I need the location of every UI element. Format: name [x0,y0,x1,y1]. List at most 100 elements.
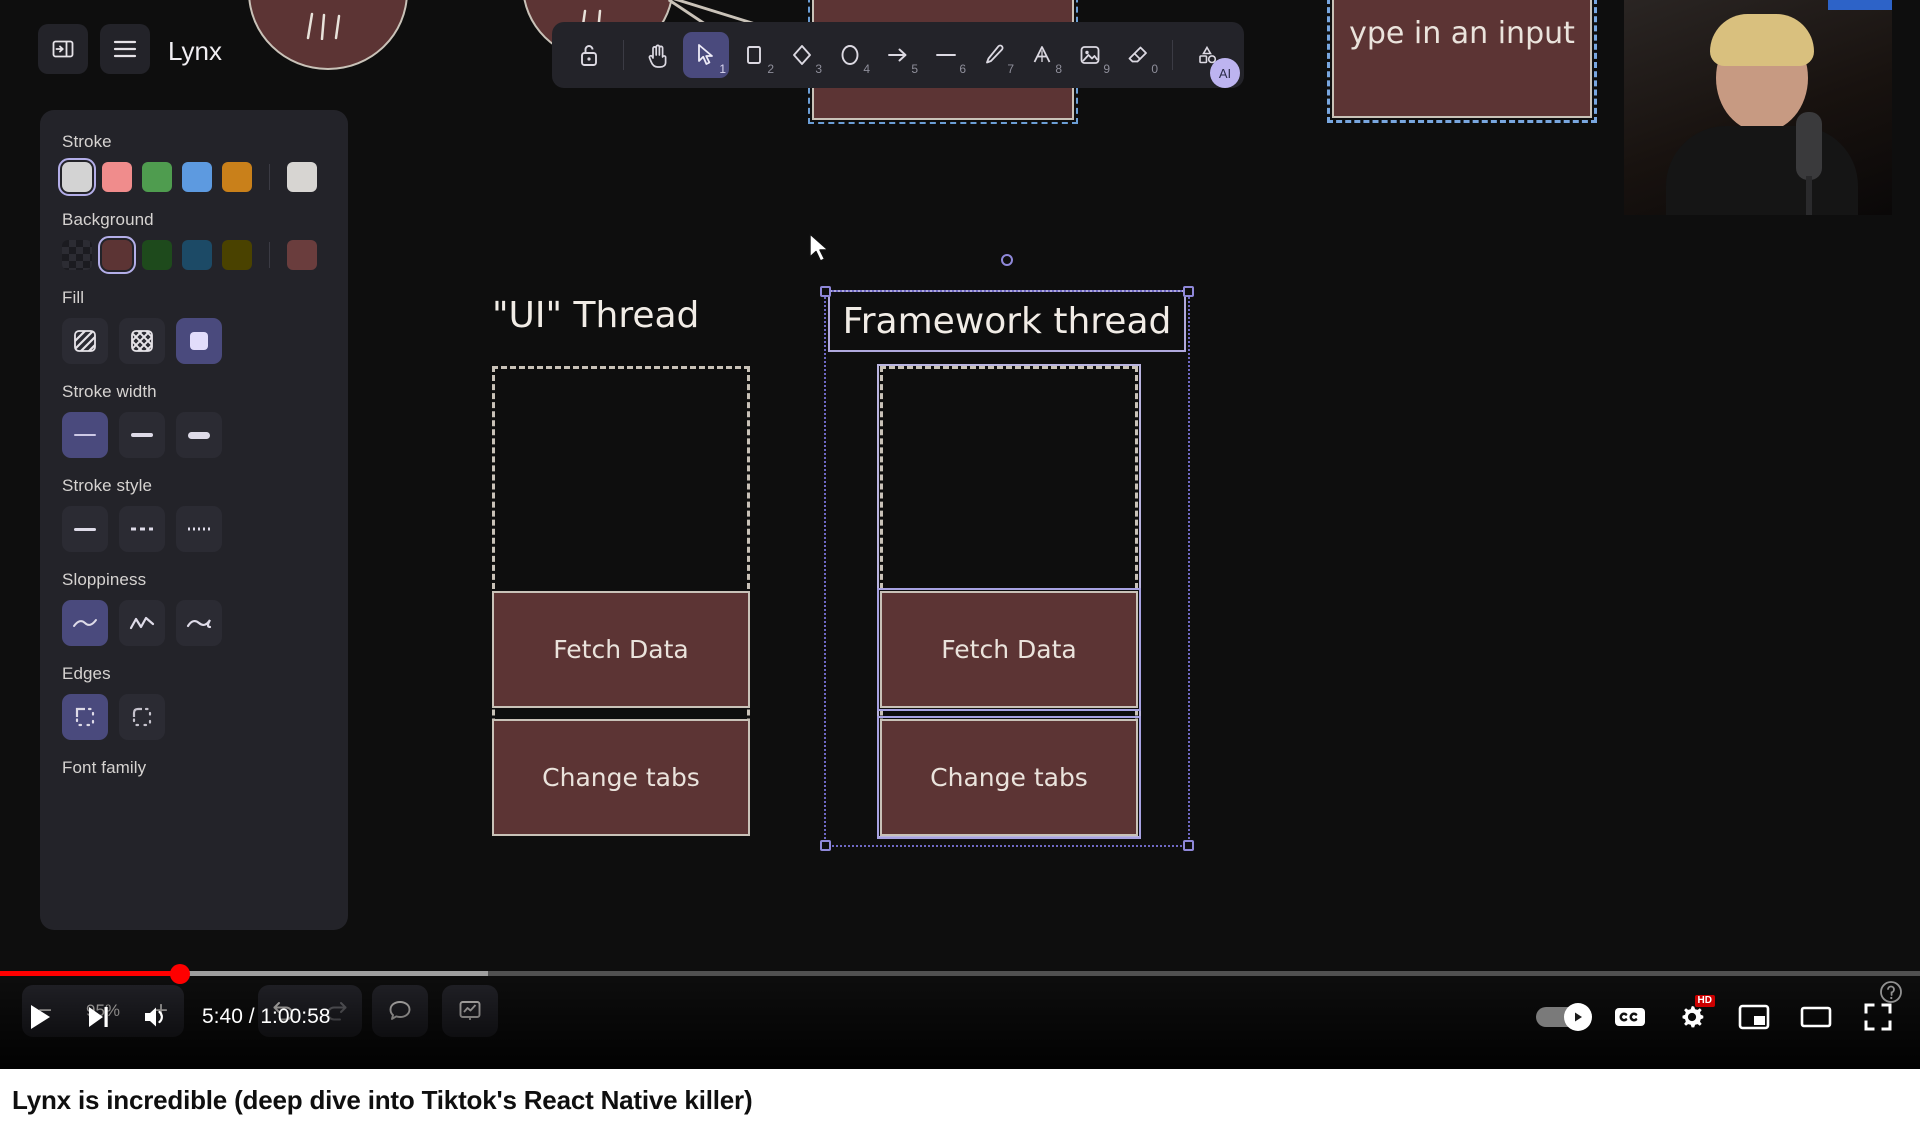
video-progress-bar[interactable] [0,964,1920,984]
hand-tool-button[interactable] [635,32,681,78]
volume-icon [145,1007,163,1027]
theater-icon [1800,1006,1832,1028]
panel-open-icon [52,40,74,58]
ui-thread-box-fetch-data[interactable]: Fetch Data [492,591,750,708]
line-tool-button[interactable]: 6 [923,32,969,78]
edges-row[interactable] [62,694,326,740]
background-swatch-yellow[interactable] [222,240,252,270]
resize-handle-top-right[interactable] [1183,286,1194,297]
player-right-controls[interactable]: HD [1536,981,1902,1041]
fullscreen-button[interactable] [1854,981,1902,1041]
line-icon [936,54,956,56]
stroke-width-extra-bold[interactable] [176,412,222,458]
next-video-button[interactable] [74,993,122,1041]
stroke-swatch-blue[interactable] [182,162,212,192]
shapes-ai-button[interactable]: AI [1184,32,1240,88]
video-title: Lynx is incredible (deep dive into Tikto… [12,1085,753,1115]
background-swatch-green[interactable] [142,240,172,270]
settings-button[interactable]: HD [1668,993,1716,1041]
stroke-style-solid[interactable] [62,506,108,552]
fill-options-row[interactable] [62,318,326,364]
miniplayer-button[interactable] [1730,993,1778,1041]
stroke-swatch-green[interactable] [142,162,172,192]
hachure-icon [74,330,96,352]
edges-round[interactable] [119,694,165,740]
lock-tool-button[interactable] [566,32,612,78]
divider [269,242,270,268]
edges-sharp[interactable] [62,694,108,740]
ui-thread-title[interactable]: "UI" Thread [492,295,699,336]
selection-outline [1327,0,1597,123]
stroke-width-thin[interactable] [62,412,108,458]
sidebar-toggle-button[interactable] [38,24,88,74]
section-label-font-family: Font family [62,758,147,777]
background-swatch-red[interactable] [98,236,136,274]
stroke-swatch-orange[interactable] [222,162,252,192]
cartoonist-scribble-icon [186,619,212,629]
autoplay-toggle[interactable] [1536,1003,1592,1031]
menu-button[interactable] [100,24,150,74]
fill-option-hachure[interactable] [62,318,108,364]
page-root: ype in an input "UI" Thread Fetch Data C… [0,0,1920,1132]
stroke-style-row[interactable] [62,506,326,552]
fill-option-cross-hatch[interactable] [119,318,165,364]
stroke-swatch-red[interactable] [102,162,132,192]
play-button[interactable] [16,993,64,1041]
stroke-swatch-white[interactable] [58,158,96,196]
eraser-tool-button[interactable]: 0 [1115,32,1161,78]
background-color-row[interactable] [62,236,326,274]
fill-option-solid[interactable] [176,318,222,364]
video-control-bar[interactable]: 5:40 / 1:00:58 HD [0,964,1920,1069]
ai-badge[interactable]: AI [1210,58,1240,88]
scribble-icon [306,12,341,40]
stroke-color-row[interactable] [58,158,326,196]
group-selection-box[interactable] [820,254,1194,851]
next-track-icon [89,1007,108,1027]
captions-button[interactable] [1606,993,1654,1041]
rotate-handle[interactable] [1001,254,1013,266]
stroke-style-dashed[interactable] [119,506,165,552]
properties-panel[interactable]: Stroke Background Fill Stroke width Stro… [40,110,348,930]
diamond-tool-button[interactable]: 3 [779,32,825,78]
image-tool-button[interactable]: 9 [1067,32,1113,78]
canvas-rect-input[interactable]: ype in an input [1327,0,1597,123]
background-current-color[interactable] [287,240,317,270]
sharp-corner-icon [75,707,95,727]
section-label-sloppiness: Sloppiness [62,570,147,589]
stroke-current-color[interactable] [287,162,317,192]
toolbar[interactable]: 1 2 3 4 5 6 7 8 9 0 AI [552,22,1244,88]
selection-tool-button[interactable]: 1 [683,32,729,78]
canvas-ellipse-top-left[interactable] [248,0,408,70]
resize-handle-top-left[interactable] [820,286,831,297]
resize-handle-bottom-right[interactable] [1183,840,1194,851]
progress-scrubber[interactable] [169,964,190,984]
video-stage[interactable]: ype in an input "UI" Thread Fetch Data C… [0,0,1920,1069]
solid-fill-icon [190,332,208,350]
stroke-width-bold[interactable] [119,412,165,458]
theater-mode-button[interactable] [1792,993,1840,1041]
arrow-tool-button[interactable]: 5 [875,32,921,78]
player-left-controls[interactable]: 5:40 / 1:00:58 [16,993,330,1041]
rectangle-tool-button[interactable]: 2 [731,32,777,78]
sloppiness-artist[interactable] [119,600,165,646]
volume-button[interactable] [132,993,180,1041]
background-swatch-transparent[interactable] [62,240,92,270]
sloppiness-cartoonist[interactable] [176,600,222,646]
stroke-width-row[interactable] [62,412,326,458]
ellipse-tool-button[interactable]: 4 [827,32,873,78]
draw-tool-button[interactable]: 7 [971,32,1017,78]
box-label: Change tabs [542,763,700,792]
webcam-hair [1710,14,1814,66]
text-tool-button[interactable]: 8 [1019,32,1065,78]
sloppiness-row[interactable] [62,600,326,646]
ui-thread-box-change-tabs[interactable]: Change tabs [492,719,750,836]
cursor-arrow-icon [698,44,713,65]
resize-handle-bottom-left[interactable] [820,840,831,851]
stroke-style-dotted[interactable] [176,506,222,552]
background-swatch-blue[interactable] [182,240,212,270]
section-label-stroke-style: Stroke style [62,476,153,495]
tool-shortcut: 7 [1007,62,1014,76]
dotted-line-icon [188,527,210,531]
sloppiness-architect[interactable] [62,600,108,646]
help-icon[interactable] [1878,979,1904,1005]
